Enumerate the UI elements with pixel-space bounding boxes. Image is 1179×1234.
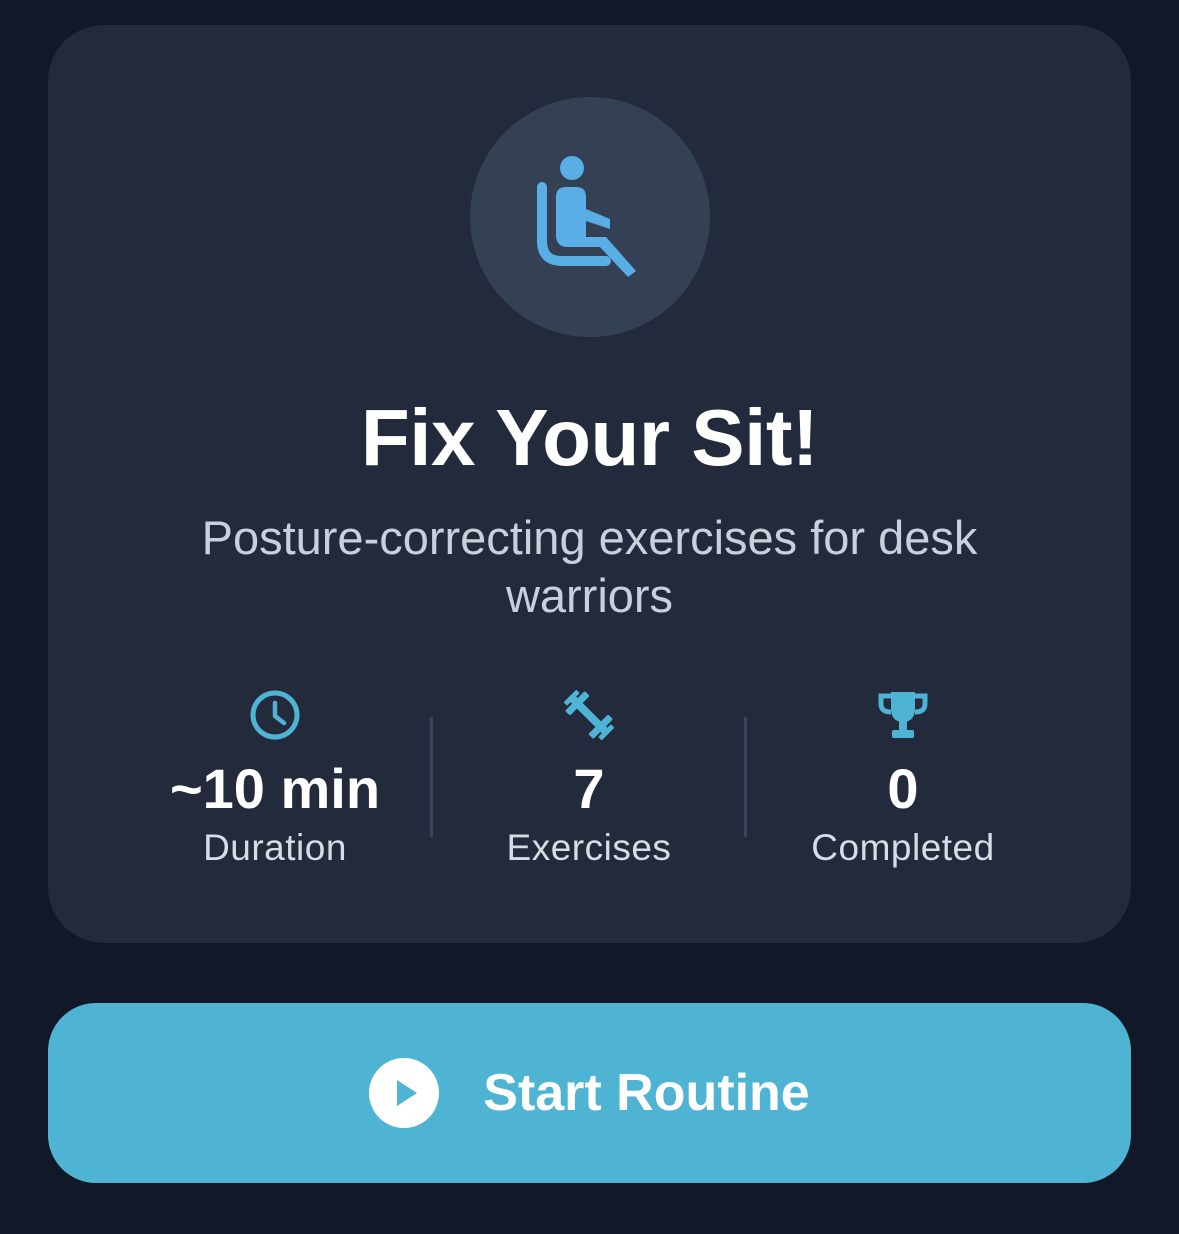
clock-icon: [250, 690, 300, 740]
start-routine-button[interactable]: Start Routine: [48, 1003, 1131, 1183]
routine-title: Fix Your Sit!: [360, 393, 819, 482]
stat-completed: 0 Completed: [753, 685, 1053, 873]
start-routine-label: Start Routine: [483, 1064, 810, 1122]
seated-person-icon: [537, 156, 636, 277]
completed-value: 0: [887, 757, 919, 820]
stat-divider: [744, 717, 747, 837]
stat-duration: ~10 min Duration: [125, 685, 425, 873]
stat-divider: [430, 717, 433, 837]
play-icon: [369, 1058, 440, 1128]
hero-icon-circle: [470, 97, 710, 337]
duration-value: ~10 min: [169, 757, 381, 820]
completed-label: Completed: [811, 827, 995, 868]
routine-subtitle: Posture-correcting exercises for desk wa…: [201, 511, 978, 622]
exercises-value: 7: [573, 757, 605, 820]
dumbbell-icon: [563, 689, 615, 741]
stat-exercises: 7 Exercises: [439, 685, 739, 873]
routine-card: Fix Your Sit! Posture-correcting exercis…: [48, 25, 1131, 943]
exercises-label: Exercises: [506, 827, 672, 868]
duration-label: Duration: [203, 827, 347, 868]
trophy-icon: [878, 692, 928, 738]
